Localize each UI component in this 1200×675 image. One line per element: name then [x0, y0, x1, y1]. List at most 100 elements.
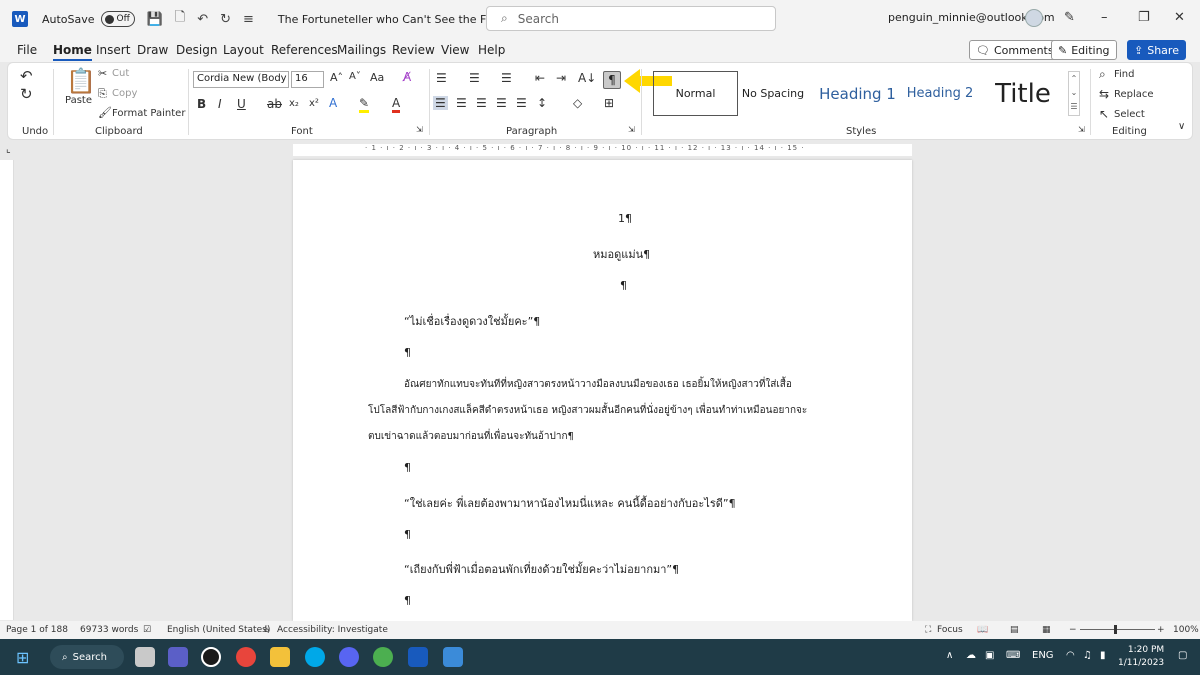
tab-review[interactable]: Review	[392, 43, 435, 57]
zoom-level[interactable]: 100%	[1173, 625, 1199, 635]
input-language[interactable]: ENG	[1032, 650, 1054, 661]
share-button[interactable]: ⇪ Share	[1127, 40, 1186, 60]
tab-draw[interactable]: Draw	[137, 43, 168, 57]
read-mode-icon[interactable]: 📖	[977, 625, 988, 635]
chrome-icon[interactable]	[236, 647, 256, 667]
paste-button[interactable]: Paste	[65, 95, 92, 106]
zoom-out-icon[interactable]: −	[1069, 625, 1077, 635]
undo-icon[interactable]: ↶	[197, 12, 208, 27]
shading-icon[interactable]: ◇	[573, 96, 582, 110]
sort-icon[interactable]: A↓	[578, 71, 596, 85]
battery-icon[interactable]: ▮	[1100, 650, 1106, 661]
font-color-icon[interactable]: A	[392, 96, 401, 113]
format-painter-button[interactable]: Format Painter	[112, 108, 185, 119]
zoom-in-icon[interactable]: +	[1157, 625, 1165, 635]
notification-icon[interactable]: ▢	[1178, 650, 1187, 661]
horizontal-ruler[interactable]: · 1 · ı · 2 · ı · 3 · ı · 4 · ı · 5 · ı …	[293, 144, 912, 156]
avatar[interactable]	[1025, 9, 1043, 27]
replace-button[interactable]: Replace	[1114, 89, 1154, 100]
accessibility-status[interactable]: Accessibility: Investigate	[277, 625, 388, 635]
tab-help[interactable]: Help	[478, 43, 505, 57]
redo-icon[interactable]: ↻	[220, 12, 231, 27]
justify-icon[interactable]: ☰	[496, 96, 507, 110]
tab-layout[interactable]: Layout	[223, 43, 264, 57]
close-icon[interactable]: ✕	[1174, 10, 1185, 25]
tab-mailings[interactable]: Mailings	[337, 43, 386, 57]
proofing-icon[interactable]: ☑	[143, 625, 151, 635]
page-count[interactable]: Page 1 of 188	[6, 625, 68, 635]
maximize-icon[interactable]: ❐	[1138, 10, 1150, 25]
paragraph-dialog-launcher-icon[interactable]: ⇲	[628, 125, 635, 134]
word-count[interactable]: 69733 words	[80, 625, 138, 635]
minimize-icon[interactable]: –	[1101, 10, 1108, 25]
increase-indent-icon[interactable]: ⇥	[556, 71, 566, 85]
tab-selector-icon[interactable]: ⌞	[6, 144, 11, 155]
font-dialog-launcher-icon[interactable]: ⇲	[416, 125, 423, 134]
underline-icon[interactable]: U	[237, 97, 246, 111]
find-button[interactable]: Find	[1114, 69, 1135, 80]
teams-icon[interactable]	[168, 647, 188, 667]
styles-dialog-launcher-icon[interactable]: ⇲	[1078, 125, 1085, 134]
redo-icon[interactable]: ↻	[20, 85, 33, 103]
clock[interactable]: 1:20 PM 1/11/2023	[1118, 644, 1164, 670]
wifi-icon[interactable]: ◠	[1066, 650, 1075, 661]
superscript-icon[interactable]: x²	[309, 98, 319, 109]
comments-button[interactable]: 🗨 Comments	[969, 40, 1061, 60]
pen-icon[interactable]: ✎	[1064, 10, 1075, 25]
tray-app-icon[interactable]: ☁	[966, 650, 976, 661]
distributed-icon[interactable]: ☰	[516, 96, 527, 110]
search-input[interactable]: ⌕ Search	[486, 6, 776, 31]
numbering-icon[interactable]: ☰	[469, 71, 480, 85]
focus-button[interactable]: Focus	[937, 625, 963, 635]
language[interactable]: English (United States)	[167, 625, 270, 635]
volume-icon[interactable]: ♫	[1083, 650, 1092, 661]
change-case-icon[interactable]: Aa	[370, 71, 384, 84]
snipping-tool-icon[interactable]	[443, 647, 463, 667]
font-name-select[interactable]: Cordia New (Body C	[193, 71, 289, 88]
tab-home[interactable]: Home	[53, 43, 92, 61]
undo-icon[interactable]: ↶	[20, 67, 33, 85]
style-normal[interactable]: Normal	[653, 71, 738, 116]
bold-icon[interactable]: B	[197, 97, 206, 111]
discord-icon[interactable]	[339, 647, 359, 667]
tray-app-icon[interactable]: ▣	[985, 650, 994, 661]
font-size-select[interactable]: 16	[291, 71, 324, 88]
web-layout-icon[interactable]: ▦	[1042, 625, 1051, 635]
borders-icon[interactable]: ⊞	[604, 96, 614, 110]
select-button[interactable]: Select	[1114, 109, 1145, 120]
paste-icon[interactable]: 📋	[66, 67, 96, 95]
utorrent-icon[interactable]	[373, 647, 393, 667]
customize-toolbar-icon[interactable]: ≡	[243, 12, 254, 27]
multilevel-list-icon[interactable]: ☰	[501, 71, 512, 85]
show-hide-button[interactable]: ¶	[603, 71, 621, 89]
print-layout-icon[interactable]: ▤	[1010, 625, 1019, 635]
tray-overflow-icon[interactable]: ∧	[946, 650, 953, 661]
style-no-spacing[interactable]: No Spacing	[738, 71, 808, 116]
windows-start-icon[interactable]: ⊞	[16, 648, 29, 667]
align-right-icon[interactable]: ☰	[476, 96, 487, 110]
style-heading-1[interactable]: Heading 1	[815, 71, 900, 116]
new-document-icon[interactable]: 🗋	[175, 8, 185, 30]
zoom-slider-handle[interactable]	[1114, 625, 1117, 634]
strikethrough-icon[interactable]: ab	[267, 97, 282, 111]
align-center-icon[interactable]: ☰	[456, 96, 467, 110]
skype-icon[interactable]	[305, 647, 325, 667]
grow-font-icon[interactable]: A˄	[330, 71, 343, 84]
align-left-icon[interactable]: ☰	[433, 96, 448, 110]
editing-mode-button[interactable]: ✎ Editing	[1051, 40, 1117, 60]
highlight-icon[interactable]: ✎	[359, 96, 370, 113]
text-effects-icon[interactable]: A	[329, 96, 337, 110]
document-page[interactable]: 1¶ หมอดูแม่น¶ ¶ “ไม่เชื่อเรื่องดูดวงใช่ม…	[293, 160, 912, 621]
collapse-ribbon-icon[interactable]: ∨	[1178, 121, 1185, 132]
copy-button[interactable]: Copy	[112, 88, 137, 99]
clear-formatting-icon[interactable]: A̸	[403, 70, 411, 84]
word-taskbar-icon[interactable]	[408, 647, 428, 667]
line-app-icon[interactable]	[201, 647, 221, 667]
decrease-indent-icon[interactable]: ⇤	[535, 71, 545, 85]
save-icon[interactable]: 💾	[147, 12, 163, 27]
styles-gallery-scroll[interactable]: ⌃ ⌄ ☰	[1068, 71, 1080, 116]
task-view-icon[interactable]	[135, 647, 155, 667]
zoom-slider[interactable]	[1080, 629, 1155, 630]
shrink-font-icon[interactable]: A˅	[349, 71, 361, 82]
vertical-ruler[interactable]	[0, 160, 14, 620]
